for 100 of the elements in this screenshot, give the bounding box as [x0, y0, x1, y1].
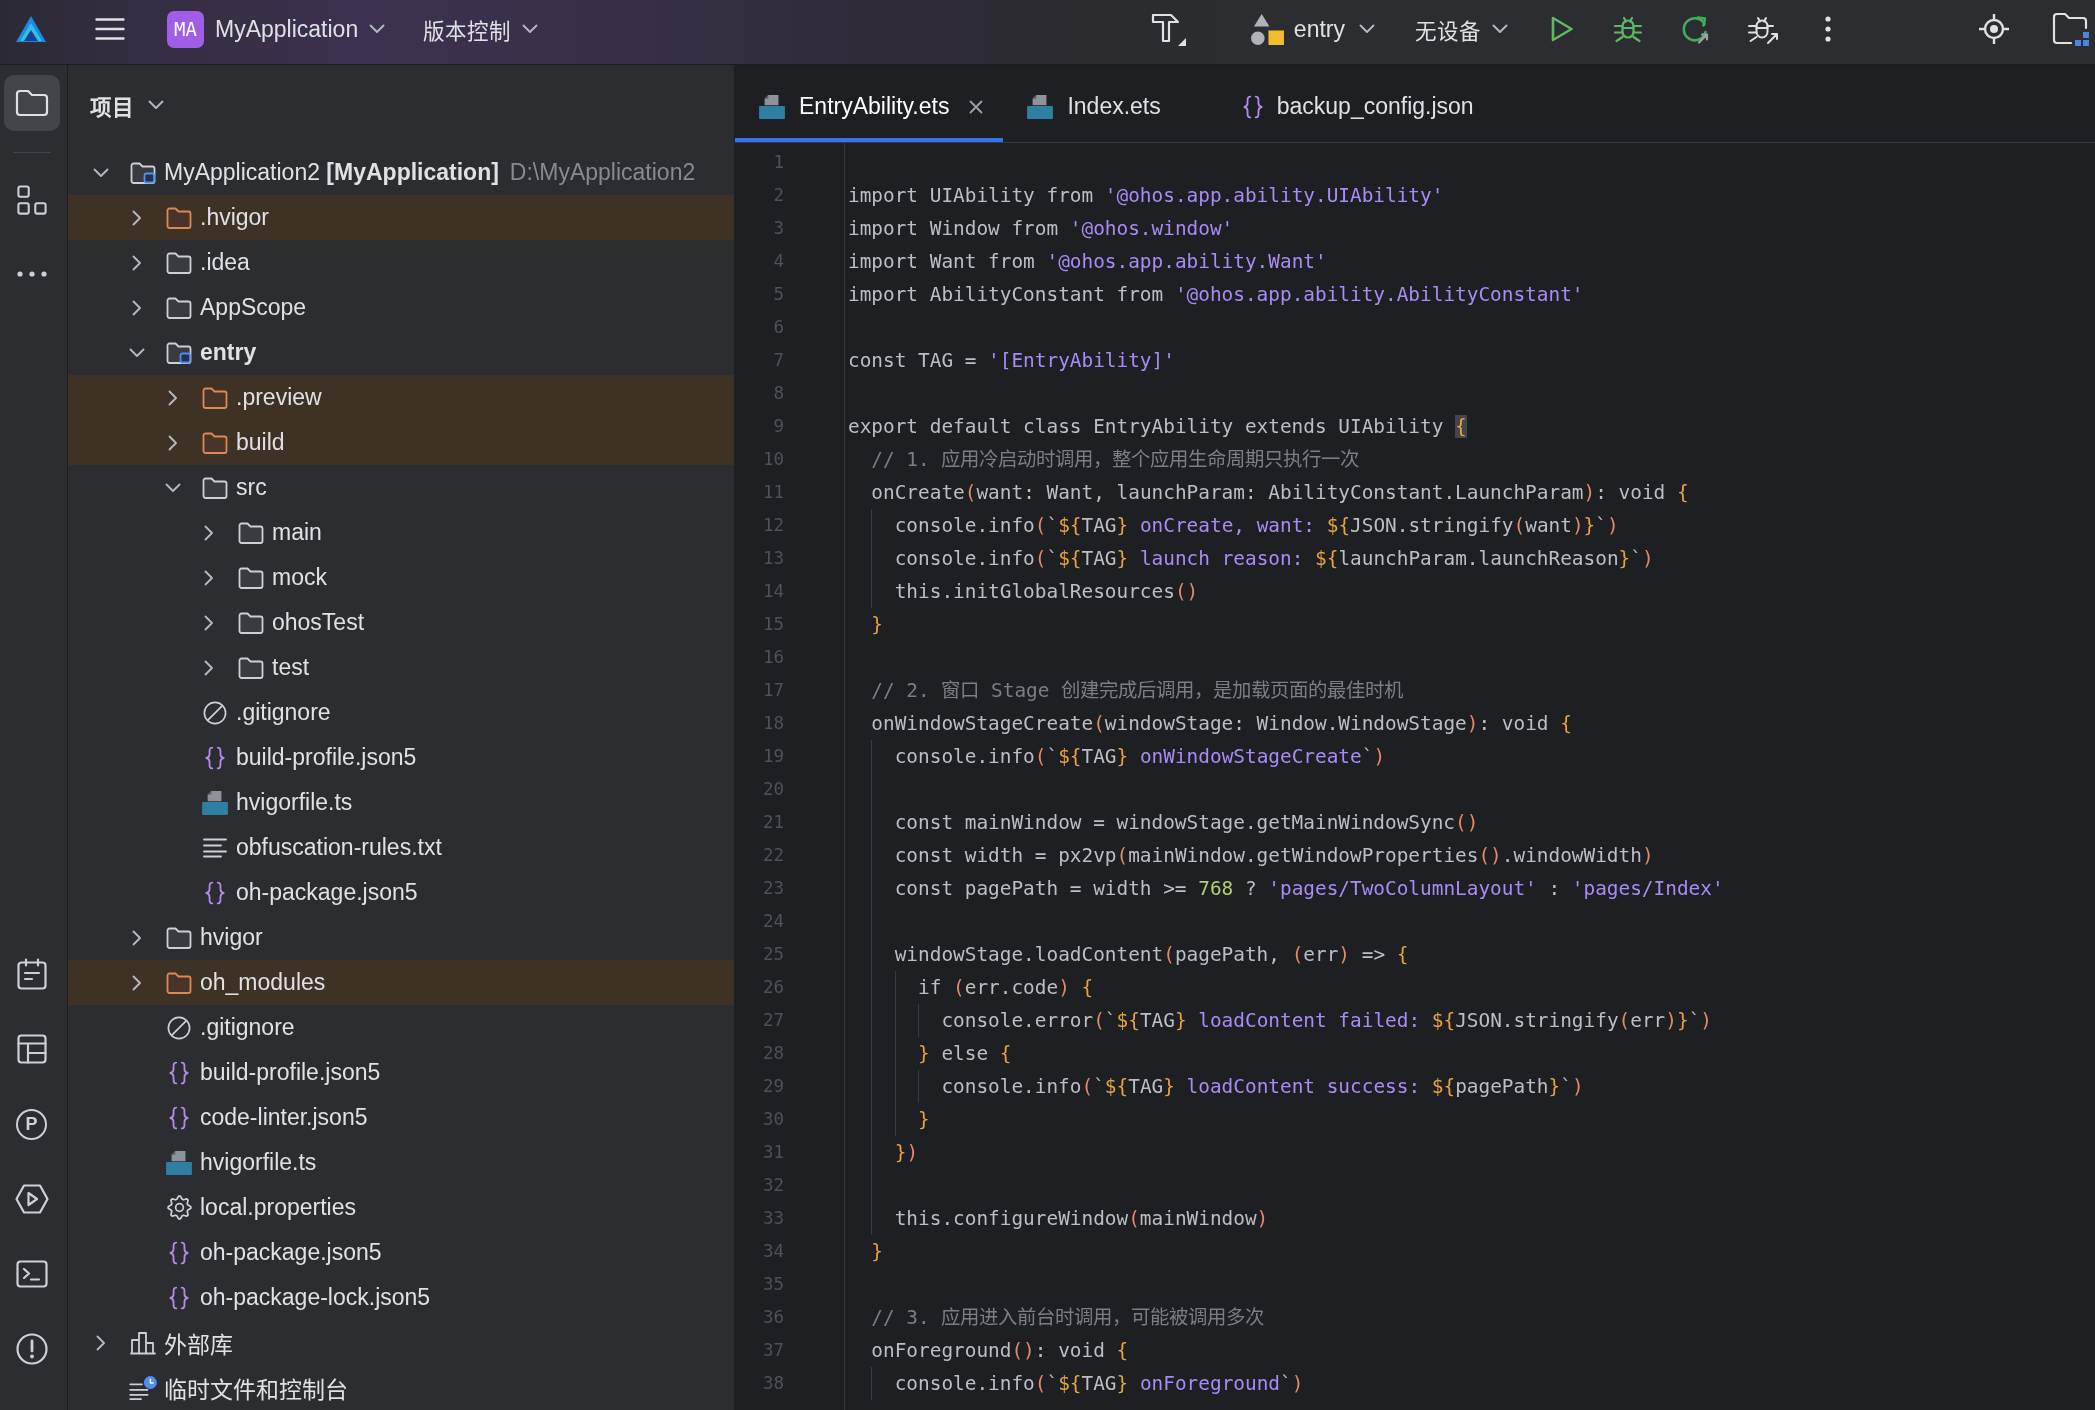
folder-icon — [166, 251, 192, 274]
code-line: import UIAbility from '@ohos.app.ability.UIAbility' — [848, 182, 1444, 209]
project-selector[interactable]: MA MyApplication — [167, 10, 386, 48]
chevron-down-icon — [148, 100, 164, 110]
tree-item[interactable]: oh-package.json5 — [68, 870, 734, 915]
tree-item[interactable]: MyApplication2 [MyApplication] D:\MyApplication2 — [68, 150, 734, 195]
tool-window-button[interactable]: P — [3, 1096, 60, 1152]
tree-item[interactable]: .preview — [68, 375, 734, 420]
code-line: console.info(`${TAG} onForeground`) — [894, 1370, 1304, 1397]
more-icon — [1825, 16, 1831, 42]
debug-button[interactable] — [1613, 14, 1643, 44]
folder-icon — [14, 89, 49, 117]
alert-icon — [15, 1333, 48, 1365]
folder-icon — [202, 431, 228, 454]
folder-icon — [238, 521, 264, 544]
tree-item[interactable]: hvigor — [68, 915, 734, 960]
circular-arrow-icon — [1680, 14, 1710, 44]
tree-item[interactable]: code-linter.json5 — [68, 1095, 734, 1140]
apply-changes-button[interactable] — [1680, 14, 1710, 44]
tree-item[interactable]: src — [68, 465, 734, 510]
build-button[interactable] — [1149, 12, 1186, 46]
code-file-icon — [1027, 94, 1054, 119]
code-line: } — [918, 1106, 930, 1133]
code-line: const width = px2vp(mainWindow.getWindowProperties().windowWidth) — [894, 842, 1654, 869]
code-line: onForeground(): void { — [871, 1337, 1129, 1364]
editor-tab[interactable]: Index.ets — [1003, 65, 1219, 142]
tree-item[interactable]: oh-package-lock.json5 — [68, 1275, 734, 1320]
tree-item[interactable]: .hvigor — [68, 195, 734, 240]
folder-icon — [238, 611, 264, 634]
folder-badge-icon — [166, 341, 192, 364]
more-button[interactable] — [1825, 16, 1831, 42]
tree-item[interactable]: build-profile.json5 — [68, 1050, 734, 1095]
folder-icon — [202, 386, 228, 409]
editor-tab[interactable]: backup_config.json — [1218, 65, 1532, 142]
chevron-down-icon — [1492, 24, 1508, 34]
folder-grid-icon — [2052, 12, 2090, 46]
tree-item[interactable]: oh_modules — [68, 960, 734, 1005]
braces-icon — [205, 880, 225, 905]
code-line: import Want from '@ohos.app.ability.Want' — [848, 248, 1327, 275]
run-button[interactable] — [1550, 15, 1574, 43]
code-comment: // 3. 应用进入前台时调用，可能被调用多次 — [871, 1304, 1265, 1331]
tree-item[interactable]: AppScope — [68, 285, 734, 330]
tree-item[interactable]: 外部库 — [68, 1320, 734, 1365]
tree-item[interactable]: .gitignore — [68, 1005, 734, 1050]
text-lines-icon — [203, 837, 227, 858]
code-line: import AbilityConstant from '@ohos.app.ability.AbilityConstant' — [848, 281, 1584, 308]
code-file-icon — [759, 94, 785, 119]
braces-icon — [169, 1240, 189, 1265]
folder-icon — [166, 206, 192, 229]
code-line: } — [871, 611, 884, 638]
code-file-icon — [166, 1150, 192, 1175]
attach-debugger-button[interactable] — [1747, 14, 1779, 44]
main-menu-button[interactable] — [95, 18, 125, 40]
braces-icon — [205, 745, 225, 770]
tree-item[interactable]: mock — [68, 555, 734, 600]
tree-item[interactable]: hvigorfile.ts — [68, 780, 734, 825]
layout-icon — [16, 1034, 47, 1064]
version-control-menu[interactable]: 版本控制 — [423, 13, 539, 45]
lines-clock-icon — [129, 1375, 157, 1400]
tree-item[interactable]: hvigorfile.ts — [68, 1140, 734, 1185]
app-logo-icon — [16, 16, 46, 42]
target-icon — [1979, 14, 2009, 44]
bug-icon — [1613, 14, 1643, 44]
run-config-dropdown[interactable]: entry — [1250, 13, 1375, 45]
tree-item[interactable]: main — [68, 510, 734, 555]
project-view-dropdown[interactable]: 项目 — [90, 89, 164, 121]
code-line: console.info(`${TAG} onCreate, want: ${JSON.stringify(want)}`) — [894, 512, 1619, 539]
tree-item[interactable]: .gitignore — [68, 690, 734, 735]
tree-item[interactable]: build-profile.json5 — [68, 735, 734, 780]
bars-icon — [130, 1330, 156, 1355]
more-icon — [16, 271, 47, 277]
code-line: console.info(`${TAG} launch reason: ${launchParam.launchReason}`) — [894, 545, 1654, 572]
editor-tab[interactable]: EntryAbility.ets — [735, 65, 1004, 142]
code-line: console.info(`${TAG} onWindowStageCreate`) — [894, 743, 1386, 770]
tree-item[interactable]: obfuscation-rules.txt — [68, 825, 734, 870]
hexagon-play-icon — [14, 1184, 49, 1214]
code-line: } else { — [918, 1040, 1012, 1067]
code-line: export default class EntryAbility extends UIAbility { — [848, 413, 1467, 440]
code-comment: // 1. 应用冷启动时调用，整个应用生命周期只执行一次 — [871, 446, 1360, 473]
code-line: this.configureWindow(mainWindow) — [894, 1205, 1269, 1232]
tree-item[interactable]: local.properties — [68, 1185, 734, 1230]
tree-item[interactable]: build — [68, 420, 734, 465]
folder-icon — [166, 296, 192, 319]
device-dropdown[interactable]: 无设备 — [1415, 13, 1508, 45]
tree-item[interactable]: 临时文件和控制台 — [68, 1365, 734, 1410]
tree-item[interactable]: ohosTest — [68, 600, 734, 645]
hammer-icon — [1149, 12, 1186, 46]
target-button[interactable] — [1979, 14, 2009, 44]
terminal-icon — [15, 1260, 48, 1288]
blocks-icon — [16, 185, 47, 215]
tree-item[interactable]: test — [68, 645, 734, 690]
menu-icon — [95, 18, 125, 40]
tree-item[interactable]: entry — [68, 330, 734, 375]
code-line: onWindowStageCreate(windowStage: Window.WindowStage): void { — [871, 710, 1572, 737]
tree-item[interactable]: .idea — [68, 240, 734, 285]
tool-window-button[interactable] — [3, 75, 60, 131]
chevron-down-icon — [522, 24, 539, 34]
tree-item[interactable]: oh-package.json5 — [68, 1230, 734, 1275]
clipboard-icon — [16, 958, 47, 990]
device-manager-button[interactable] — [2052, 12, 2090, 46]
